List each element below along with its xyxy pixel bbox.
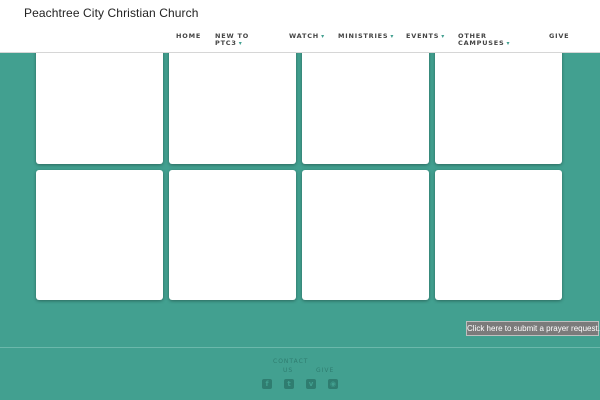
nav-other-campuses[interactable]: OTHER CAMPUSES ▾ [458, 33, 510, 47]
facebook-icon[interactable]: f [262, 379, 272, 389]
nav-new-to-ptc3[interactable]: NEW TO PTC3 ▾ [215, 33, 249, 47]
site-title[interactable]: Peachtree City Christian Church [24, 6, 199, 20]
twitter-icon[interactable]: t [284, 379, 294, 389]
nav-ministries[interactable]: MINISTRIES ▾ [338, 33, 394, 41]
nav-home-label: HOME [176, 32, 202, 40]
footer-contact-link-line1[interactable]: CONTACT [273, 358, 308, 365]
instagram-icon[interactable]: ◉ [328, 379, 338, 389]
chevron-down-icon: ▾ [238, 39, 243, 47]
nav-watch[interactable]: WATCH ▾ [289, 33, 325, 41]
nav-give-label: GIVE [549, 32, 570, 40]
chevron-down-icon: ▾ [390, 33, 395, 40]
nav-home[interactable]: HOME [176, 33, 201, 40]
nav-events-label: EVENTS [406, 32, 440, 40]
nav-new-to-label-line2: PTC3 [215, 38, 237, 47]
nav-watch-label: WATCH [289, 32, 320, 40]
site-header: Peachtree City Christian Church HOME NEW… [0, 0, 600, 53]
nav-give[interactable]: GIVE [549, 33, 569, 40]
chevron-down-icon: ▾ [506, 39, 511, 47]
chevron-down-icon: ▾ [441, 33, 446, 40]
footer-divider [0, 347, 600, 348]
footer-contact-link-line2[interactable]: US [283, 367, 293, 374]
tile-card[interactable] [302, 170, 429, 300]
nav-other-label-line2: CAMPUSES [458, 38, 505, 47]
nav-ministries-label: MINISTRIES [338, 32, 389, 40]
chevron-down-icon: ▾ [321, 33, 325, 40]
prayer-request-button[interactable]: Click here to submit a prayer request. [466, 321, 600, 336]
tile-card[interactable] [36, 170, 163, 300]
nav-events[interactable]: EVENTS ▾ [406, 33, 445, 41]
footer-give-link[interactable]: GIVE [316, 367, 334, 374]
tile-card[interactable] [435, 170, 562, 300]
vimeo-icon[interactable]: v [306, 379, 316, 389]
tile-card[interactable] [169, 170, 296, 300]
